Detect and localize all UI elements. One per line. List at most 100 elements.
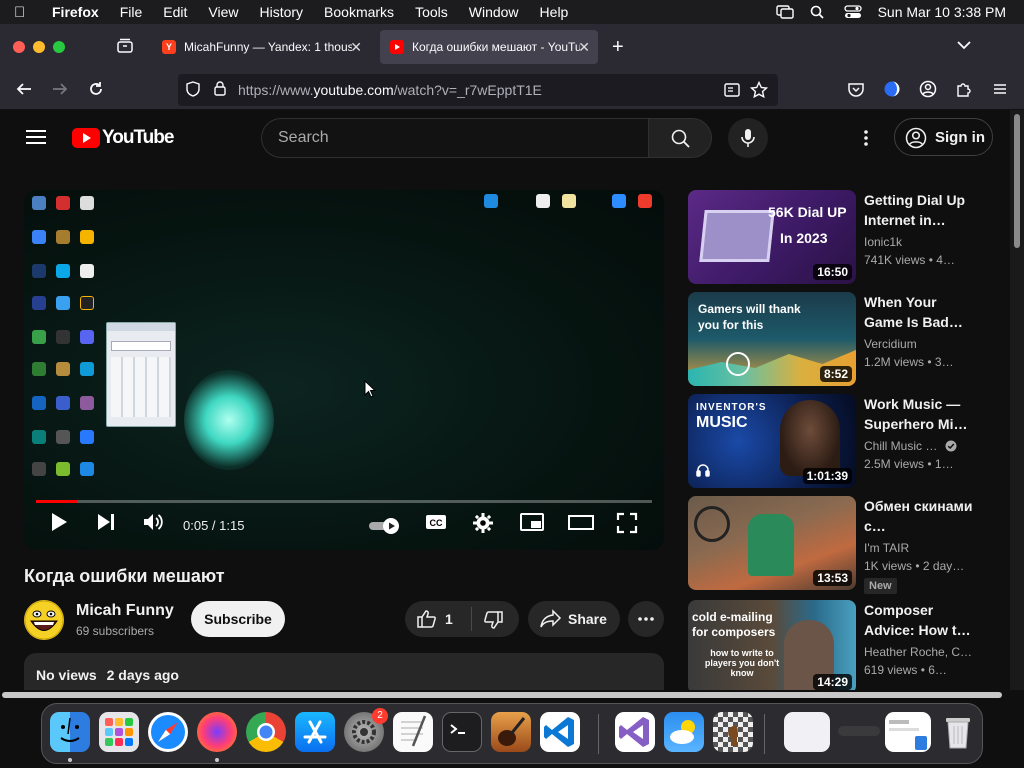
voice-search-button[interactable]: [728, 118, 768, 158]
recommendation-title[interactable]: When Your Game Is Bad…: [864, 292, 976, 332]
pocket-icon[interactable]: [846, 80, 866, 103]
search-input[interactable]: Search: [261, 118, 648, 158]
recommendation-item[interactable]: INVENTOR'S MUSIC 1:01:39 Work Music — Su…: [688, 394, 998, 488]
tracking-protection-shield-icon[interactable]: [186, 80, 200, 100]
autoplay-toggle-icon[interactable]: [368, 516, 402, 541]
recommendation-channel[interactable]: Chill Music …: [864, 439, 957, 453]
zoom-window-button[interactable]: [53, 41, 65, 53]
theater-mode-icon[interactable]: [568, 512, 594, 537]
recommendation-channel[interactable]: Ionic1k: [864, 235, 902, 249]
bookmark-star-icon[interactable]: [749, 80, 769, 102]
recommendation-title[interactable]: Composer Advice: How t…: [864, 600, 976, 640]
menu-window[interactable]: Window: [469, 4, 519, 20]
menu-app-firefox[interactable]: Firefox: [52, 4, 99, 20]
firefox-icon[interactable]: [197, 712, 237, 752]
recommendation-channel[interactable]: Vercidium: [864, 337, 917, 351]
video-player[interactable]: 0:05 / 1:15 CC: [24, 190, 664, 550]
url-bar[interactable]: https://www.youtube.com/watch?v=_r7wEppt…: [178, 74, 778, 106]
tab-yandex[interactable]: Y MicahFunny — Yandex: 1 thousa ✕: [152, 30, 370, 64]
menu-edit[interactable]: Edit: [163, 4, 187, 20]
back-arrow-icon[interactable]: [14, 80, 34, 103]
settings-more-icon[interactable]: [856, 128, 876, 148]
miniplayer-icon[interactable]: [520, 512, 544, 537]
finder-icon[interactable]: [50, 712, 90, 752]
play-button-icon[interactable]: [50, 512, 68, 537]
recommendation-channel[interactable]: Heather Roche, C…: [864, 645, 972, 659]
subscribe-button[interactable]: Subscribe: [191, 601, 285, 637]
youtube-logo[interactable]: YouTube: [72, 127, 174, 149]
tab-youtube[interactable]: Когда ошибки мешают - YouTube ✕: [380, 30, 598, 64]
like-count[interactable]: 1: [445, 611, 453, 627]
channel-avatar[interactable]: [24, 600, 64, 640]
weather-icon[interactable]: [664, 712, 704, 752]
menu-view[interactable]: View: [208, 4, 238, 20]
description-box[interactable]: No views 2 days ago: [24, 653, 664, 690]
apple-logo-icon[interactable]: : [14, 4, 42, 21]
menu-history[interactable]: History: [259, 4, 303, 20]
subtitles-cc-icon[interactable]: CC: [424, 512, 448, 537]
recommendation-title[interactable]: Getting Dial Up Internet in…: [864, 190, 976, 230]
lock-icon[interactable]: [214, 81, 226, 99]
new-tab-plus-icon[interactable]: +: [612, 36, 624, 59]
firefox-view-icon[interactable]: [116, 37, 134, 60]
window-thumbnail-icon[interactable]: [838, 726, 880, 736]
recommendation-item[interactable]: 56K Dial UP In 2023 16:50 Getting Dial U…: [688, 190, 998, 284]
screen-mirroring-icon[interactable]: [775, 5, 794, 19]
reader-view-icon[interactable]: [724, 82, 740, 101]
recommendation-item[interactable]: Gamers will thank you for this 8:52 When…: [688, 292, 998, 386]
garageband-icon[interactable]: [491, 712, 531, 752]
next-video-icon[interactable]: [96, 512, 116, 537]
video-thumbnail[interactable]: INVENTOR'S MUSIC 1:01:39: [688, 394, 856, 488]
vertical-scrollbar[interactable]: [1010, 110, 1024, 690]
menu-bookmarks[interactable]: Bookmarks: [324, 4, 394, 20]
more-actions-button[interactable]: [628, 601, 664, 637]
preview-window-icon[interactable]: [784, 712, 830, 752]
textedit-icon[interactable]: [393, 712, 433, 752]
fullscreen-icon[interactable]: [616, 512, 638, 539]
system-settings-icon[interactable]: 2: [344, 708, 388, 752]
spotlight-search-icon[interactable]: [810, 5, 828, 19]
search-button[interactable]: [648, 118, 712, 158]
chrome-icon[interactable]: [246, 712, 286, 752]
chess-icon[interactable]: [713, 712, 753, 752]
hamburger-menu-icon[interactable]: [990, 80, 1010, 103]
close-window-button[interactable]: [13, 41, 25, 53]
trash-icon[interactable]: [938, 712, 978, 752]
video-thumbnail[interactable]: Gamers will thank you for this 8:52: [688, 292, 856, 386]
list-all-tabs-chevron-icon[interactable]: [956, 38, 972, 56]
video-thumbnail[interactable]: 13:53: [688, 496, 856, 590]
dislike-thumbs-down-icon[interactable]: [483, 610, 503, 633]
finder-window-icon[interactable]: [885, 712, 931, 752]
close-tab-icon[interactable]: ✕: [350, 39, 362, 56]
recommendation-title[interactable]: Обмен скинами с…: [864, 496, 976, 536]
guide-menu-icon[interactable]: [26, 130, 46, 144]
share-button[interactable]: Share: [528, 601, 620, 637]
minimize-window-button[interactable]: [33, 41, 45, 53]
horizontal-scrollbar[interactable]: [0, 690, 1010, 700]
video-thumbnail[interactable]: 56K Dial UP In 2023 16:50: [688, 190, 856, 284]
safari-icon[interactable]: [148, 712, 188, 752]
menu-help[interactable]: Help: [540, 4, 569, 20]
dark-reader-extension-icon[interactable]: [882, 80, 902, 103]
close-tab-icon[interactable]: ✕: [578, 39, 590, 56]
recommendation-title[interactable]: Work Music — Superhero Mi…: [864, 394, 976, 434]
like-thumbs-up-icon[interactable]: [417, 609, 437, 632]
volume-icon[interactable]: [142, 512, 164, 537]
video-thumbnail[interactable]: cold e-mailing for composers how to writ…: [688, 600, 856, 690]
forward-arrow-icon[interactable]: [50, 80, 70, 103]
sign-in-button[interactable]: Sign in: [894, 118, 993, 156]
horizontal-scroll-thumb[interactable]: [2, 692, 1002, 698]
recommendation-channel[interactable]: I'm TAIR: [864, 541, 909, 555]
control-center-icon[interactable]: [843, 5, 862, 19]
account-icon[interactable]: [918, 80, 938, 103]
vscode-icon[interactable]: [540, 712, 580, 752]
launchpad-icon[interactable]: [99, 712, 139, 752]
menubar-clock[interactable]: Sun Mar 10 3:38 PM: [878, 4, 1006, 20]
reload-icon[interactable]: [86, 80, 106, 103]
menu-file[interactable]: File: [120, 4, 143, 20]
menu-tools[interactable]: Tools: [415, 4, 448, 20]
recommendation-item[interactable]: 13:53 Обмен скинами с… I'm TAIR 1K views…: [688, 496, 998, 594]
channel-name[interactable]: Micah Funny: [76, 602, 174, 620]
app-store-icon[interactable]: [295, 712, 335, 752]
vertical-scroll-thumb[interactable]: [1014, 114, 1020, 248]
